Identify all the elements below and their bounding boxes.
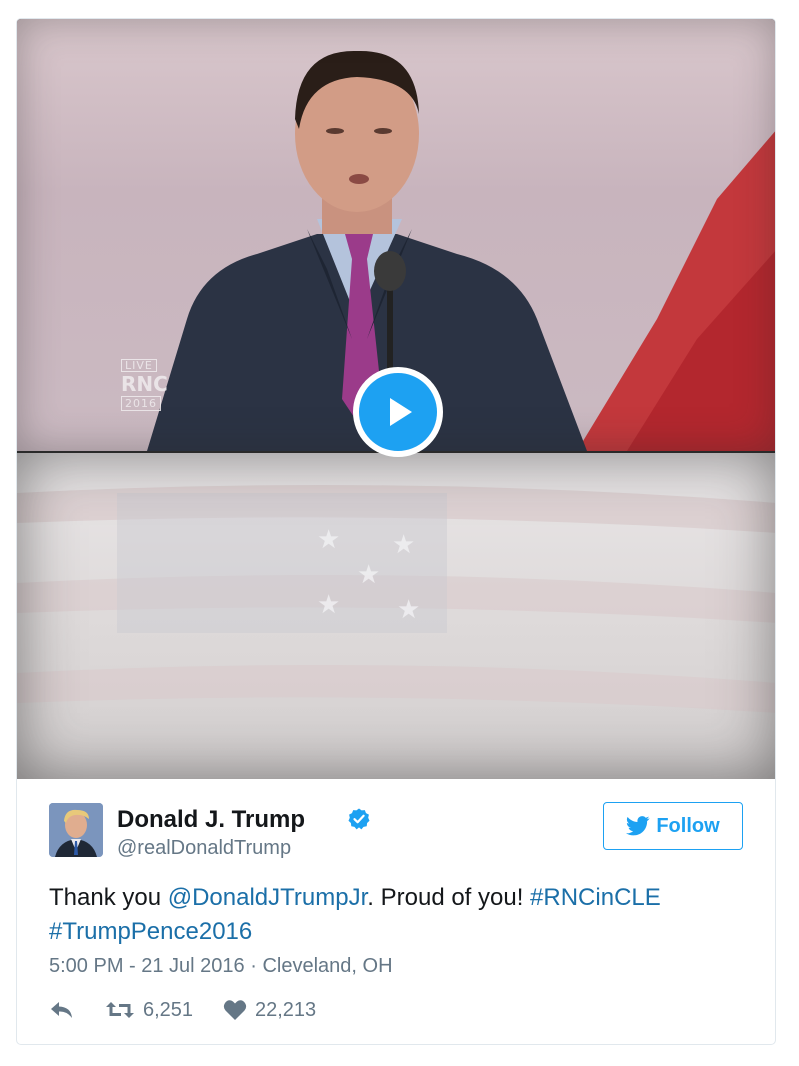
rnc-label: RNC (121, 372, 168, 396)
year-label: 2016 (121, 396, 161, 411)
verified-badge-icon (348, 808, 370, 830)
live-rnc-overlay: LIVE RNC 2016 (121, 359, 168, 411)
retweet-icon (106, 1002, 134, 1018)
hashtag-link[interactable]: #RNCinCLE (530, 884, 661, 911)
timestamp-link[interactable]: 5:00 PM - 21 Jul 2016 (49, 955, 245, 977)
svg-text:★: ★ (392, 530, 415, 560)
mention-link[interactable]: @DonaldJTrumpJr (168, 884, 368, 911)
like-count: 22,213 (255, 998, 317, 1021)
retweet-count: 6,251 (143, 998, 194, 1021)
svg-text:★: ★ (357, 560, 380, 590)
tweet-meta: 5:00 PM - 21 Jul 2016 · Cleveland, OH (49, 955, 393, 978)
retweet-button[interactable]: 6,251 (105, 999, 223, 1022)
reply-button[interactable] (49, 1000, 105, 1020)
follow-label: Follow (656, 814, 720, 837)
hashtag-link[interactable]: #TrumpPence2016 (49, 918, 252, 945)
avatar[interactable] (49, 803, 103, 857)
location-link[interactable]: Cleveland, OH (262, 955, 392, 977)
faded-flag-scene: ★ ★ ★ ★ ★ (17, 485, 775, 713)
video-player[interactable]: LIVE RNC 2016 ★ ★ ★ ★ ★ (17, 19, 775, 779)
live-label: LIVE (121, 359, 157, 372)
svg-text:★: ★ (317, 525, 340, 555)
tweet-text: Thank you @DonaldJTrumpJr. Proud of you!… (49, 881, 749, 949)
heart-icon (223, 1000, 247, 1020)
tweet-actions: 6,251 22,213 (49, 995, 316, 1025)
svg-text:★: ★ (397, 595, 420, 625)
meta-separator: · (244, 955, 263, 977)
author-name[interactable]: Donald J. Trump (117, 806, 305, 834)
play-icon (390, 398, 412, 426)
reply-icon (51, 1002, 72, 1018)
tweet-card: LIVE RNC 2016 ★ ★ ★ ★ ★ Donald J. Trump … (16, 18, 776, 1045)
tweet-text-part: . Proud of you! (367, 884, 531, 911)
twitter-bird-icon (626, 816, 650, 836)
play-button[interactable] (353, 367, 443, 457)
avatar-photo (49, 803, 103, 857)
follow-button[interactable]: Follow (603, 802, 743, 850)
like-button[interactable]: 22,213 (223, 999, 316, 1022)
author-handle[interactable]: @realDonaldTrump (117, 837, 291, 860)
tweet-text-part: Thank you (49, 884, 168, 911)
svg-text:★: ★ (317, 590, 340, 620)
video-frame-flag[interactable]: ★ ★ ★ ★ ★ (17, 453, 775, 779)
